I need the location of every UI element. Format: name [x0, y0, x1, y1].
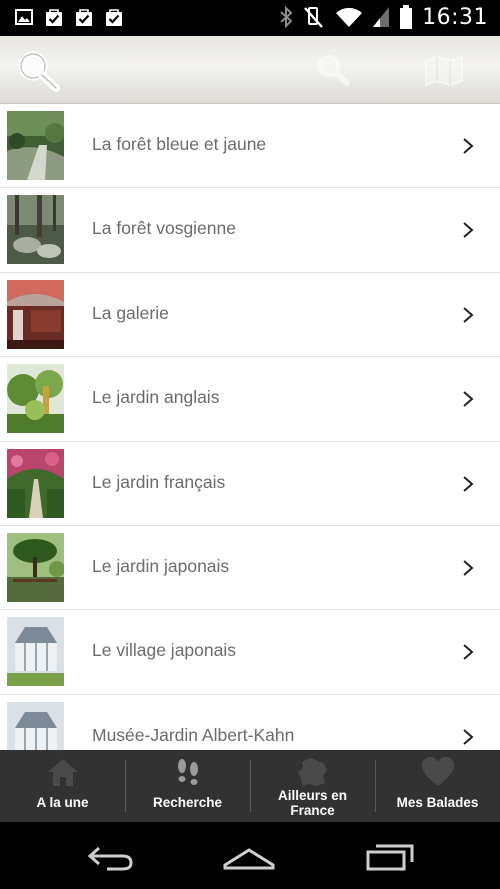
search-icon[interactable] — [16, 49, 62, 93]
action-bar — [0, 36, 500, 104]
mute-icon — [304, 7, 323, 28]
list-item-label: La forêt bleue et jaune — [92, 134, 267, 154]
map-icon[interactable] — [424, 55, 464, 87]
image-icon — [15, 9, 33, 25]
chevron-right-icon — [463, 560, 474, 576]
list-item-label: Le jardin japonais — [92, 555, 230, 576]
chevron-right-icon — [463, 138, 474, 154]
check-bag-icon — [46, 9, 62, 26]
tab-label: A la une — [36, 795, 89, 810]
tab-recherche[interactable]: Recherche — [125, 750, 250, 822]
chevron-right-icon — [463, 728, 474, 745]
gallery-thumb — [7, 279, 64, 349]
tab-label: Mes Balades — [396, 795, 479, 810]
signal-icon — [373, 7, 390, 27]
navigation-bar — [0, 822, 500, 889]
list-item[interactable]: Le jardin anglais — [0, 357, 500, 442]
list-item[interactable]: Le village japonais — [0, 610, 500, 695]
list-item-label: La forêt vosgienne — [92, 218, 236, 239]
system-icons: 16:31 — [279, 4, 488, 30]
list-item[interactable]: La galerie — [0, 273, 500, 358]
garden-path-thumb — [7, 111, 64, 180]
japanese-garden-thumb — [7, 532, 64, 602]
list-item-label: Le jardin français — [92, 471, 226, 492]
greenhouse-thumb — [7, 701, 64, 750]
tab-ailleurs-en-france[interactable]: Ailleurs en France — [250, 750, 375, 822]
check-bag-icon — [106, 9, 122, 26]
list-item[interactable]: Le jardin japonais — [0, 526, 500, 611]
list-item[interactable]: Le jardin français — [0, 442, 500, 526]
greenhouse-thumb — [7, 617, 64, 687]
forest-rocks-thumb — [7, 195, 64, 265]
english-garden-thumb — [7, 364, 64, 434]
heart-icon — [421, 757, 454, 786]
chevron-right-icon — [463, 644, 474, 661]
wifi-icon — [336, 7, 363, 27]
clock: 16:31 — [422, 4, 488, 30]
list-item-label: La galerie — [92, 302, 169, 323]
list-item[interactable]: La forêt bleue et jaune — [0, 104, 500, 189]
bluetooth-icon — [280, 5, 293, 29]
footprints-icon — [177, 759, 198, 785]
home-icon — [47, 759, 78, 786]
list-item[interactable]: Musée-Jardin Albert-Kahn — [0, 695, 500, 750]
chevron-right-icon — [463, 307, 474, 323]
french-garden-thumb — [7, 448, 64, 518]
list-item-label: Le village japonais — [92, 640, 236, 661]
bottom-tab-bar: A la une Recherche Ailleurs en France Me… — [0, 750, 500, 822]
battery-icon — [400, 5, 413, 29]
search-icon[interactable] — [315, 53, 351, 87]
check-bag-icon — [76, 9, 92, 26]
tab-mes-balades[interactable]: Mes Balades — [375, 750, 500, 822]
tab-a-la-une[interactable]: A la une — [0, 750, 125, 822]
list-item-label: Le jardin anglais — [92, 387, 220, 408]
tab-label: Recherche — [152, 795, 223, 810]
list-item[interactable]: La forêt vosgienne — [0, 188, 500, 273]
home-button-icon[interactable] — [223, 842, 275, 872]
chevron-right-icon — [463, 391, 474, 407]
notification-icons — [14, 7, 124, 27]
back-icon[interactable] — [85, 842, 137, 872]
france-map-icon — [297, 758, 327, 786]
chevron-right-icon — [463, 222, 474, 239]
balade-list: La forêt bleue et jaune La forêt vosgien… — [0, 104, 500, 750]
list-item-label: Musée-Jardin Albert-Kahn — [92, 724, 295, 745]
status-bar: 16:31 — [0, 0, 500, 36]
recent-apps-icon[interactable] — [364, 842, 416, 872]
tab-label: Ailleurs en France — [277, 788, 348, 818]
chevron-right-icon — [463, 475, 474, 492]
